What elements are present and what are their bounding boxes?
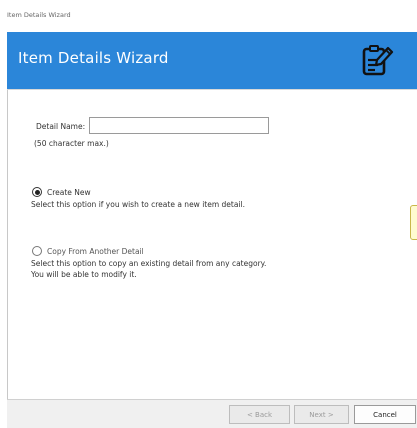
copy-from-another-option[interactable]: Copy From Another Detail bbox=[32, 246, 144, 256]
detail-name-hint: (50 character max.) bbox=[34, 139, 109, 148]
create-new-option[interactable]: Create New bbox=[32, 187, 91, 197]
window-title: Item Details Wizard bbox=[7, 11, 71, 19]
copy-description-line1: Select this option to copy an existing d… bbox=[31, 259, 267, 268]
copy-from-another-label[interactable]: Copy From Another Detail bbox=[47, 247, 144, 256]
detail-name-input[interactable] bbox=[89, 117, 269, 134]
wizard-content bbox=[7, 89, 417, 399]
create-new-description: Select this option if you wish to create… bbox=[31, 200, 245, 209]
create-new-radio[interactable] bbox=[32, 187, 42, 197]
tooltip-edge bbox=[410, 205, 417, 240]
back-button[interactable]: < Back bbox=[229, 405, 290, 424]
cancel-button[interactable]: Cancel bbox=[354, 405, 416, 424]
banner-title: Item Details Wizard bbox=[18, 49, 169, 67]
copy-from-another-radio[interactable] bbox=[32, 246, 42, 256]
next-button[interactable]: Next > bbox=[294, 405, 349, 424]
edit-document-icon bbox=[362, 45, 394, 76]
content-divider bbox=[7, 89, 417, 90]
create-new-label[interactable]: Create New bbox=[47, 188, 91, 197]
copy-description-line2: You will be able to modify it. bbox=[31, 270, 137, 279]
wizard-banner: Item Details Wizard bbox=[7, 32, 417, 89]
detail-name-label: Detail Name: bbox=[36, 122, 86, 131]
